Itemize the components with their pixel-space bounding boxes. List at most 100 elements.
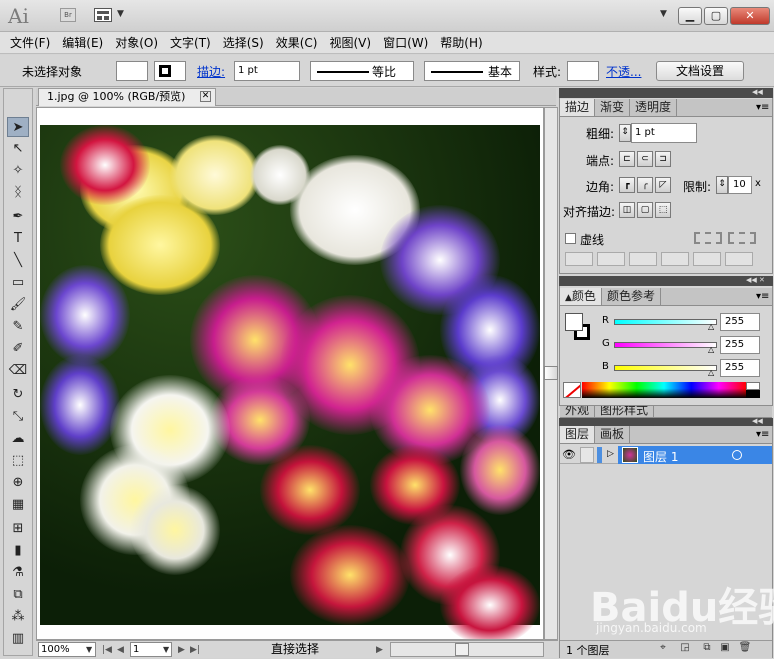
- chevron-down-icon[interactable]: ▼: [117, 9, 124, 19]
- maximize-button[interactable]: ▢: [704, 7, 728, 25]
- tab-artboards[interactable]: 画板: [595, 426, 631, 443]
- locate-object-icon[interactable]: ⌖: [656, 642, 670, 653]
- miter-join-icon[interactable]: ┏: [619, 177, 635, 193]
- tab-appearance[interactable]: 外观: [560, 406, 596, 417]
- b-value-field[interactable]: 255: [720, 359, 760, 377]
- arrange-documents-icon[interactable]: [94, 8, 112, 22]
- g-slider[interactable]: [614, 342, 717, 348]
- vertical-scrollbar-thumb[interactable]: [544, 366, 558, 380]
- g-value-field[interactable]: 255: [720, 336, 760, 354]
- dash-field-3[interactable]: [693, 252, 721, 266]
- opacity-link[interactable]: 不透...: [606, 64, 641, 80]
- round-cap-icon[interactable]: ⊂: [637, 151, 653, 167]
- menu-file[interactable]: 文件(F): [4, 32, 56, 54]
- layers-panel-menu-icon[interactable]: ▾≡: [756, 429, 769, 440]
- menu-help[interactable]: 帮助(H): [434, 32, 488, 54]
- rotate-tool-icon[interactable]: ↻: [7, 385, 29, 405]
- none-color-icon[interactable]: [563, 382, 581, 398]
- tab-stroke[interactable]: 描边: [560, 99, 596, 116]
- black-swatch[interactable]: [746, 390, 760, 398]
- magic-wand-tool-icon[interactable]: ✧: [7, 161, 29, 181]
- flower-photo[interactable]: [40, 125, 540, 639]
- bridge-button[interactable]: Br: [60, 8, 76, 22]
- graphic-style-swatch[interactable]: [567, 61, 599, 81]
- blend-tool-icon[interactable]: ⧉: [7, 585, 29, 605]
- collapse-color-icon[interactable]: ◀◀ ✕: [746, 276, 765, 284]
- stroke-weight-field[interactable]: 1 pt: [234, 61, 300, 81]
- tab-color[interactable]: ▲颜色: [560, 288, 602, 305]
- fill-swatch[interactable]: [116, 61, 148, 81]
- tab-transparency[interactable]: 透明度: [630, 99, 678, 116]
- mesh-tool-icon[interactable]: ⊞: [7, 519, 29, 539]
- selection-tool-icon[interactable]: ➤: [7, 117, 29, 137]
- artboard-canvas[interactable]: [36, 107, 544, 640]
- tab-layers[interactable]: 图层: [560, 426, 596, 443]
- stroke-swatch[interactable]: [154, 61, 186, 81]
- next-artboard-icon[interactable]: ▶: [178, 643, 185, 657]
- minimize-button[interactable]: ▁: [678, 7, 702, 25]
- fill-color-box[interactable]: [565, 313, 583, 331]
- panel-menu-icon[interactable]: ▾≡: [756, 102, 769, 113]
- color-panel-menu-icon[interactable]: ▾≡: [756, 291, 769, 302]
- limit-stepper-icon[interactable]: ⇕: [716, 176, 728, 194]
- new-layer-icon[interactable]: ▣: [718, 642, 732, 653]
- bevel-join-icon[interactable]: ◸: [655, 177, 671, 193]
- eyedropper-tool-icon[interactable]: ⚗: [7, 563, 29, 583]
- white-swatch[interactable]: [746, 382, 760, 390]
- butt-cap-icon[interactable]: ⊏: [619, 151, 635, 167]
- status-menu-icon[interactable]: ▶: [376, 643, 383, 657]
- tab-color-guide[interactable]: 颜色参考: [602, 288, 661, 305]
- gap-field-2[interactable]: [661, 252, 689, 266]
- align-center-icon[interactable]: ◫: [619, 202, 635, 218]
- target-circle-icon[interactable]: [732, 450, 742, 460]
- last-artboard-icon[interactable]: ▶|: [190, 643, 200, 657]
- workspace-chevron-down-icon[interactable]: ▼: [660, 9, 667, 19]
- b-slider[interactable]: [614, 365, 717, 371]
- horizontal-scrollbar-thumb[interactable]: [455, 643, 469, 656]
- type-tool-icon[interactable]: T: [7, 229, 29, 249]
- round-join-icon[interactable]: ╭: [637, 177, 653, 193]
- r-value-field[interactable]: 255: [720, 313, 760, 331]
- stroke-link[interactable]: 描边:: [197, 64, 225, 80]
- projecting-cap-icon[interactable]: ⊐: [655, 151, 671, 167]
- eye-visibility-icon[interactable]: 👁: [562, 448, 576, 461]
- dashed-line-checkbox[interactable]: [565, 233, 576, 244]
- gap-field-1[interactable]: [597, 252, 625, 266]
- rectangle-tool-icon[interactable]: ▭: [7, 273, 29, 293]
- menu-view[interactable]: 视图(V): [323, 32, 377, 54]
- dash-preserve-icon[interactable]: [694, 232, 722, 244]
- tab-graphic-styles[interactable]: 图形样式: [595, 406, 655, 417]
- menu-select[interactable]: 选择(S): [217, 32, 270, 54]
- perspective-grid-tool-icon[interactable]: ▦: [7, 495, 29, 515]
- scale-tool-icon[interactable]: ⤡: [7, 407, 29, 427]
- r-slider[interactable]: [614, 319, 717, 325]
- paintbrush-tool-icon[interactable]: 🖌: [7, 295, 29, 315]
- dash-align-icon[interactable]: [728, 232, 756, 244]
- blob-brush-tool-icon[interactable]: ✐: [7, 339, 29, 359]
- align-inside-icon[interactable]: ▢: [637, 202, 653, 218]
- delete-layer-icon[interactable]: 🗑: [738, 642, 752, 653]
- dash-field-1[interactable]: [565, 252, 593, 266]
- close-button[interactable]: ✕: [730, 7, 770, 25]
- lock-toggle[interactable]: [580, 447, 594, 463]
- b-slider-handle-icon[interactable]: △: [708, 368, 714, 377]
- previous-artboard-icon[interactable]: ◀: [117, 643, 124, 657]
- menu-window[interactable]: 窗口(W): [377, 32, 434, 54]
- first-artboard-icon[interactable]: |◀: [102, 643, 112, 657]
- column-graph-tool-icon[interactable]: ▥: [7, 629, 29, 649]
- eraser-tool-icon[interactable]: ⌫: [7, 361, 29, 381]
- make-clipping-mask-icon[interactable]: ◲: [678, 642, 692, 653]
- zoom-dropdown-icon[interactable]: ▼: [86, 645, 92, 654]
- gradient-tool-icon[interactable]: ▮: [7, 541, 29, 561]
- tab-gradient[interactable]: 渐变: [595, 99, 631, 116]
- free-transform-tool-icon[interactable]: ⬚: [7, 451, 29, 471]
- artboard-dropdown-icon[interactable]: ▼: [163, 645, 169, 654]
- direct-selection-tool-icon[interactable]: ↖: [7, 139, 29, 159]
- r-slider-handle-icon[interactable]: △: [708, 322, 714, 331]
- line-tool-icon[interactable]: ╲: [7, 251, 29, 271]
- menu-edit[interactable]: 编辑(E): [56, 32, 109, 54]
- menu-effect[interactable]: 效果(C): [270, 32, 324, 54]
- document-tab[interactable]: 1.jpg @ 100% (RGB/预览): [38, 88, 216, 106]
- pencil-tool-icon[interactable]: ✎: [7, 317, 29, 337]
- color-spectrum[interactable]: [582, 382, 746, 398]
